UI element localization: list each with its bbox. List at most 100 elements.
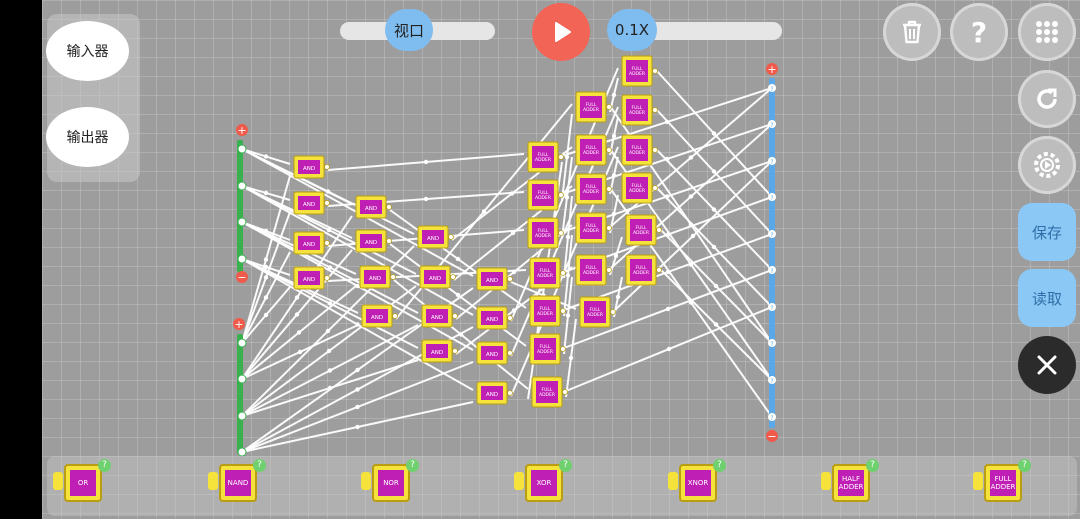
output-component-button[interactable]: 输出器 xyxy=(46,107,129,167)
refresh-icon xyxy=(1037,88,1057,109)
gate-label: HALF ADDER xyxy=(838,470,864,496)
play-button[interactable] xyxy=(532,3,590,61)
input-pin[interactable] xyxy=(237,144,247,154)
palette-gate-xnor[interactable]: XNOR? xyxy=(668,459,729,506)
gate-output-pin[interactable] xyxy=(606,104,612,110)
input-pin[interactable] xyxy=(237,374,247,384)
reset-button[interactable] xyxy=(1018,70,1076,128)
gate-output-pin[interactable] xyxy=(652,147,658,153)
gate-output-pin[interactable] xyxy=(656,267,662,273)
gate-output-pin[interactable] xyxy=(606,186,612,192)
speed-slider-knob[interactable]: 0.1X xyxy=(607,9,657,51)
gate-output-pin[interactable] xyxy=(610,309,616,315)
gate-help-badge[interactable]: ? xyxy=(866,459,879,472)
gate-label: ADDER xyxy=(583,107,599,113)
gate-tab xyxy=(668,472,678,490)
input-pin[interactable] xyxy=(237,447,247,457)
close-icon xyxy=(1037,355,1057,375)
wire-dot xyxy=(355,424,360,430)
gate-help-badge[interactable]: ? xyxy=(406,459,419,472)
close-button[interactable] xyxy=(1018,336,1076,394)
gate-label: ADDER xyxy=(583,228,599,234)
gate-output-pin[interactable] xyxy=(562,389,568,395)
gate-output-pin[interactable] xyxy=(324,275,330,281)
wire-dot xyxy=(325,328,331,334)
palette-gate-full-adder[interactable]: FULL ADDER? xyxy=(973,459,1034,506)
gate-label: ADDER xyxy=(537,349,553,355)
gate-output-pin[interactable] xyxy=(652,185,658,191)
wire-dot xyxy=(666,346,672,352)
gate-output-pin[interactable] xyxy=(558,192,564,198)
gate-output-pin[interactable] xyxy=(390,274,396,280)
input-pin[interactable] xyxy=(237,254,247,264)
gate-label: ADDER xyxy=(535,195,551,201)
output-pin-label: ? xyxy=(770,305,773,312)
input-bar-a[interactable] xyxy=(237,140,243,272)
output-bar[interactable] xyxy=(769,78,775,428)
gate-output-pin[interactable] xyxy=(452,348,458,354)
gate-label: ADDER xyxy=(583,270,599,276)
gate-output-pin[interactable] xyxy=(656,227,662,233)
gate-output-pin[interactable] xyxy=(560,270,566,276)
gate-output-pin[interactable] xyxy=(652,107,658,113)
gate-help-badge[interactable]: ? xyxy=(98,459,111,472)
load-button[interactable]: 读取 xyxy=(1018,269,1076,327)
gate-help-badge[interactable]: ? xyxy=(713,459,726,472)
gate-output-pin[interactable] xyxy=(448,234,454,240)
gate-label: OR xyxy=(70,470,96,496)
help-button[interactable]: ? xyxy=(950,3,1008,61)
help-label: ? xyxy=(970,15,988,49)
palette-gate-nor[interactable]: NOR? xyxy=(361,459,422,506)
gate-output-pin[interactable] xyxy=(560,346,566,352)
gate-output-pin[interactable] xyxy=(507,390,513,396)
gate-output-pin[interactable] xyxy=(606,267,612,273)
gate-help-badge[interactable]: ? xyxy=(1018,459,1031,472)
gate-output-pin[interactable] xyxy=(606,225,612,231)
wire-dot xyxy=(294,295,300,300)
gate-output-pin[interactable] xyxy=(324,240,330,246)
play-icon xyxy=(555,22,571,42)
circuit-diagram[interactable]: + − + + −?????????? AND AND AND AND AND AND AND AND A… xyxy=(0,0,1080,519)
palette-gate-half-adder[interactable]: HALF ADDER? xyxy=(821,459,882,506)
gate-label: ADDER xyxy=(583,189,599,195)
gate-output-pin[interactable] xyxy=(324,164,330,170)
palette-gate-xor[interactable]: XOR? xyxy=(514,459,575,506)
gate-label: ADDER xyxy=(539,392,555,398)
gate-help-badge[interactable]: ? xyxy=(253,459,266,472)
gate-output-pin[interactable] xyxy=(324,200,330,206)
gate-label: ADDER xyxy=(587,312,603,318)
input-pin[interactable] xyxy=(237,181,247,191)
settings-button[interactable] xyxy=(1018,136,1076,194)
gate-output-pin[interactable] xyxy=(386,204,392,210)
gate-label: FULL ADDER xyxy=(990,470,1016,496)
gate-output-pin[interactable] xyxy=(606,147,612,153)
wire-dot xyxy=(565,273,571,278)
menu-grid-button[interactable] xyxy=(1018,3,1076,61)
gate-output-pin[interactable] xyxy=(450,274,456,280)
gate-output-pin[interactable] xyxy=(507,276,513,282)
wire-dot xyxy=(711,131,717,136)
palette-gate-nand[interactable]: NAND? xyxy=(208,459,269,506)
gate-output-pin[interactable] xyxy=(558,230,564,236)
palette-gate-or[interactable]: OR? xyxy=(53,459,114,506)
gate-output-pin[interactable] xyxy=(558,154,564,160)
output-pin-label: ? xyxy=(770,341,773,348)
gate-output-pin[interactable] xyxy=(560,308,566,314)
input-pin[interactable] xyxy=(237,338,247,348)
gate-output-pin[interactable] xyxy=(652,68,658,74)
gate-output-pin[interactable] xyxy=(507,350,513,356)
delete-button[interactable] xyxy=(883,3,941,61)
save-button[interactable]: 保存 xyxy=(1018,203,1076,261)
input-bar-b[interactable] xyxy=(237,334,243,454)
gate-output-pin[interactable] xyxy=(392,313,398,319)
input-pin[interactable] xyxy=(237,217,247,227)
gate-output-pin[interactable] xyxy=(386,238,392,244)
viewport-slider-knob[interactable]: 视口 xyxy=(385,9,433,51)
input-pin[interactable] xyxy=(237,411,247,421)
gate-output-pin[interactable] xyxy=(452,313,458,319)
wire-dot xyxy=(263,295,269,300)
gate-output-pin[interactable] xyxy=(507,315,513,321)
input-component-button[interactable]: 输入器 xyxy=(46,21,129,81)
gate-help-badge[interactable]: ? xyxy=(559,459,572,472)
wire-dot xyxy=(458,332,464,337)
